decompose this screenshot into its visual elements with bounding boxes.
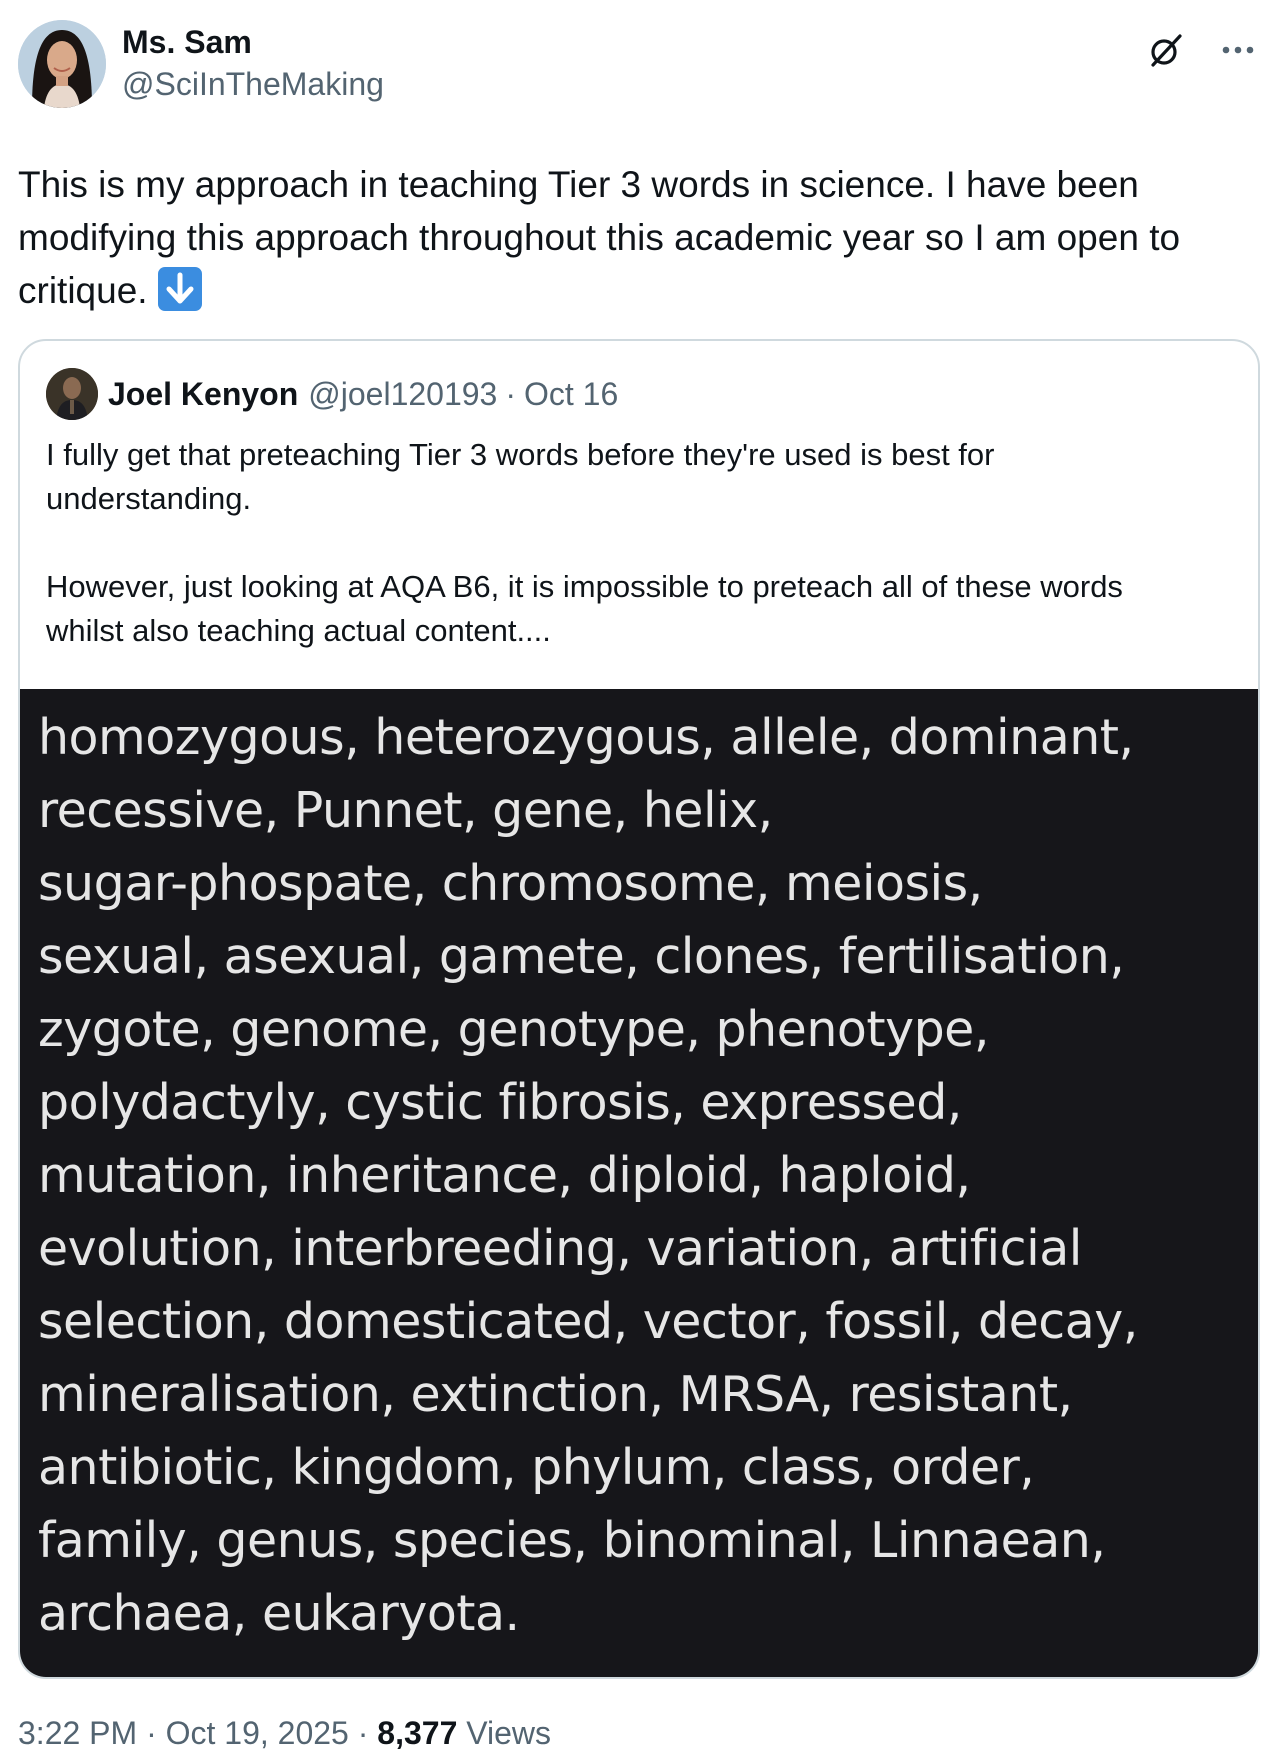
quoted-paragraph: I fully get that preteaching Tier 3 word… [46, 433, 1230, 521]
image-text-line: recessive, Punnet, gene, helix, [38, 782, 773, 839]
tweet-text: This is my approach in teaching Tier 3 w… [18, 158, 1258, 317]
image-text-line: sexual, asexual, gamete, clones, fertili… [38, 928, 1125, 985]
quoted-author-handle[interactable]: @joel120193 [308, 376, 497, 413]
author-display-name[interactable]: Ms. Sam [122, 22, 384, 62]
quoted-text-line: However, just looking at AQA B6, it is i… [46, 569, 1123, 604]
image-text-line: mutation, inheritance, diploid, haploid, [38, 1147, 971, 1204]
tweet-date[interactable]: Oct 19, 2025 [166, 1715, 349, 1751]
quoted-text-line: understanding. [46, 481, 252, 516]
grok-icon[interactable] [1144, 28, 1188, 72]
quoted-tweet-text: I fully get that preteaching Tier 3 word… [46, 433, 1230, 653]
tweet-text-line: critique. [18, 264, 1258, 317]
image-text-line: polydactyly, cystic fibrosis, expressed, [38, 1074, 962, 1131]
tweet: Ms. Sam @SciInTheMaking This is my appro… [18, 20, 1260, 1753]
image-text-line: sugar-phospate, chromosome, meiosis, [38, 855, 983, 912]
separator-dot: · [357, 1715, 369, 1751]
tweet-text-line: This is my approach in teaching Tier 3 w… [18, 164, 1139, 205]
author-info: Ms. Sam @SciInTheMaking [122, 22, 384, 106]
quoted-tweet-header: Joel Kenyon @joel120193 · Oct 16 [46, 367, 1230, 421]
image-text-line: evolution, interbreeding, variation, art… [38, 1220, 1082, 1277]
quoted-tweet[interactable]: Joel Kenyon @joel120193 · Oct 16 I fully… [18, 339, 1260, 1679]
separator-dot: · [146, 1715, 157, 1751]
tweet-header: Ms. Sam @SciInTheMaking [18, 20, 1260, 112]
image-text-line: selection, domesticated, vector, fossil,… [38, 1293, 1138, 1350]
quoted-text-line: I fully get that preteaching Tier 3 word… [46, 437, 995, 472]
image-text-line: antibiotic, kingdom, phylum, class, orde… [38, 1439, 1035, 1496]
quoted-tweet-body: Joel Kenyon @joel120193 · Oct 16 I fully… [20, 341, 1258, 689]
author-handle[interactable]: @SciInTheMaking [122, 62, 384, 106]
author-avatar[interactable] [18, 20, 106, 108]
views-count: 8,377 [377, 1715, 458, 1751]
more-icon[interactable] [1216, 28, 1260, 72]
image-text-line: mineralisation, extinction, MRSA, resist… [38, 1366, 1073, 1423]
quoted-image-text: homozygous, heterozygous, allele, domina… [38, 701, 1238, 1650]
image-text-line: zygote, genome, genotype, phenotype, [38, 1001, 989, 1058]
image-text-line: homozygous, heterozygous, allele, domina… [38, 709, 1134, 766]
image-text-line: family, genus, species, binominal, Linna… [38, 1512, 1106, 1569]
quoted-date[interactable]: Oct 16 [524, 376, 618, 413]
quoted-image[interactable]: homozygous, heterozygous, allele, domina… [20, 689, 1258, 1677]
tweet-text-line-content: critique. [18, 270, 148, 311]
tweet-meta: 3:22 PM · Oct 19, 2025 · 8,377 Views [18, 1713, 1260, 1753]
quoted-paragraph: However, just looking at AQA B6, it is i… [46, 565, 1230, 653]
quoted-author-name[interactable]: Joel Kenyon [108, 376, 298, 413]
quoted-text-line: whilst also teaching actual content.... [46, 613, 551, 648]
quoted-author-avatar[interactable] [46, 368, 98, 420]
image-text-line: archaea, eukaryota. [38, 1585, 520, 1642]
header-actions [1144, 28, 1260, 72]
down-arrow-emoji-icon [157, 267, 202, 311]
views-label: Views [466, 1715, 552, 1751]
tweet-text-line: modifying this approach throughout this … [18, 217, 1181, 258]
separator-dot: · [505, 375, 516, 412]
tweet-time[interactable]: 3:22 PM [18, 1715, 137, 1751]
